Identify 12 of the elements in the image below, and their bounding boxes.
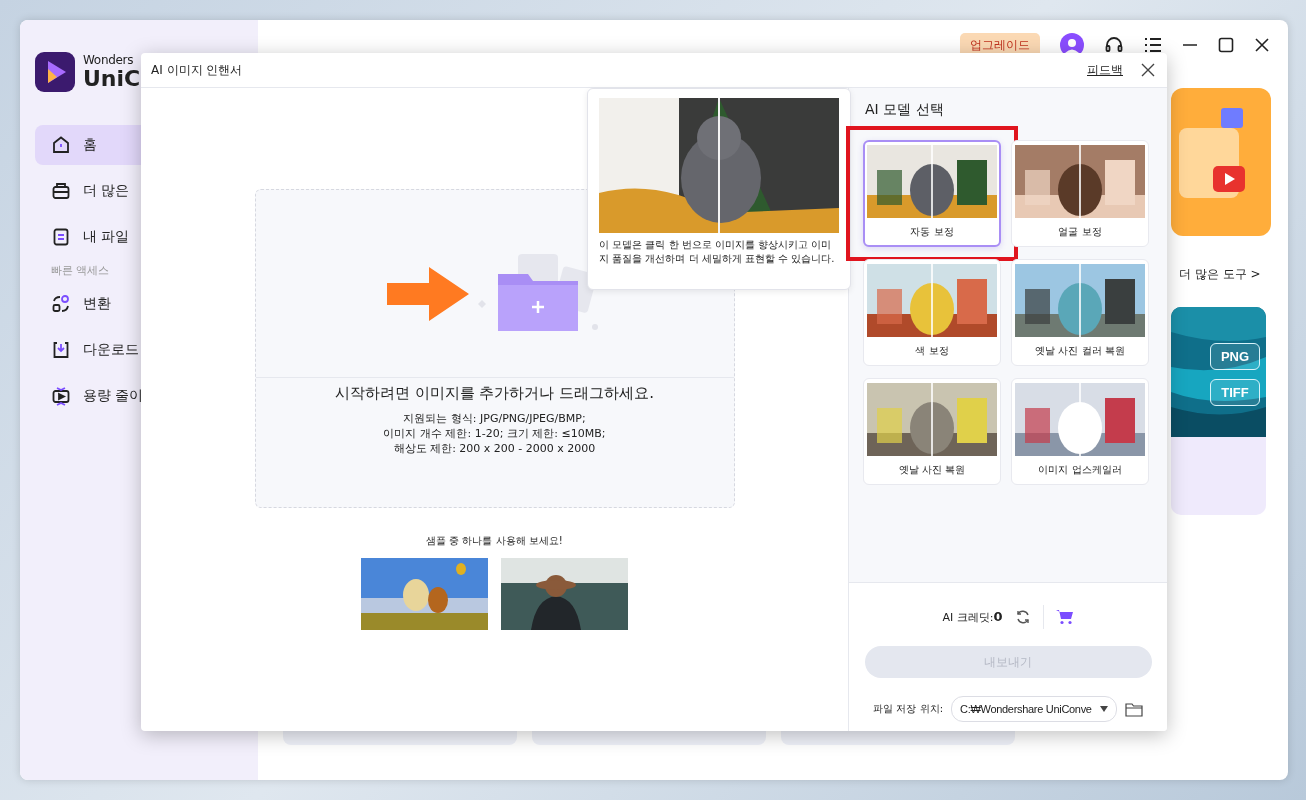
samples-label: 샘플 중 하나를 사용해 보세요!: [426, 534, 563, 548]
upload-requirement: 이미지 개수 제한: 1-20; 크기 제한: ≤10MB;: [383, 426, 606, 441]
panel-heading: AI 모델 선택: [865, 100, 945, 118]
drop-prompt: 시작하려면 이미지를 추가하거나 드래그하세요.: [334, 384, 655, 403]
credits-label: AI 크레딧:0: [942, 609, 1003, 625]
brand-name: UniC: [83, 68, 141, 90]
upload-requirement: 지원되는 형식: JPG/PNG/JPEG/BMP;: [403, 411, 586, 426]
brand-name: Wonders: [83, 54, 135, 66]
upload-requirement: 해상도 제한: 200 x 200 - 2000 x 2000: [393, 441, 596, 456]
dialog-title: AI 이미지 인핸서: [151, 61, 244, 79]
section-label: 빠른 액세스: [50, 263, 111, 278]
save-location-label: 파일 저장 위치:: [873, 702, 943, 716]
